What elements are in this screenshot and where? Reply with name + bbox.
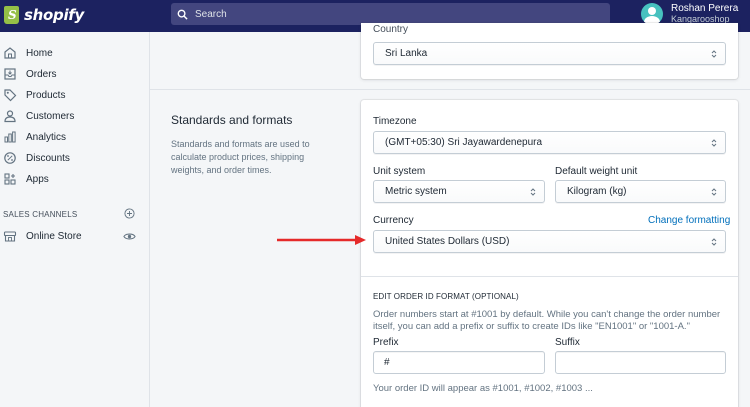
order-id-help: Order numbers start at #1001 by default.… <box>373 309 721 332</box>
order-id-heading: EDIT ORDER ID FORMAT (OPTIONAL) <box>373 292 519 301</box>
sidebar-item-label: Products <box>26 89 66 101</box>
orders-icon <box>4 68 16 80</box>
search-icon <box>177 9 188 20</box>
prefix-input[interactable]: # <box>373 351 545 374</box>
currency-label: Currency <box>373 215 414 226</box>
sidebar-item-label: Analytics <box>26 131 67 143</box>
search-bar[interactable] <box>171 3 610 25</box>
avatar <box>641 3 663 25</box>
country-label: Country <box>373 24 409 35</box>
unit-system-label: Unit system <box>373 166 426 177</box>
select-caret-icon <box>711 139 717 147</box>
sidebar-item-label: Online Store <box>26 230 82 242</box>
prefix-label: Prefix <box>373 337 399 348</box>
card-divider <box>361 276 738 277</box>
order-id-hint: Your order ID will appear as #1001, #100… <box>373 383 593 394</box>
eye-icon[interactable] <box>123 230 136 243</box>
customers-icon <box>4 110 16 123</box>
select-caret-icon <box>530 188 536 196</box>
standards-title: Standards and formats <box>171 113 293 127</box>
shopify-logo[interactable]: shopify <box>4 6 84 24</box>
add-circle-icon[interactable] <box>124 208 135 219</box>
bar-chart-icon <box>4 131 16 143</box>
shopify-bag-icon <box>4 6 19 24</box>
country-select[interactable]: Sri Lanka <box>373 42 726 65</box>
sales-channels-title: SALES CHANNELS <box>3 210 78 219</box>
timezone-select[interactable]: (GMT+05:30) Sri Jayawardenepura <box>373 131 726 154</box>
search-input[interactable] <box>195 8 595 20</box>
weight-unit-select[interactable]: Kilogram (kg) <box>555 180 726 203</box>
user-name: Roshan Perera <box>671 3 739 14</box>
weight-unit-value: Kilogram (kg) <box>567 186 627 197</box>
sidebar: Home Orders Products Customers Analytics… <box>0 32 150 407</box>
sidebar-item-products[interactable]: Products <box>0 86 150 104</box>
timezone-label: Timezone <box>373 116 417 127</box>
user-menu[interactable]: Roshan Perera Kangarooshop <box>641 3 738 25</box>
change-formatting-link[interactable]: Change formatting <box>648 215 730 226</box>
logo-text: shopify <box>24 6 84 24</box>
suffix-label: Suffix <box>555 337 580 348</box>
sidebar-item-apps[interactable]: Apps <box>0 170 150 188</box>
sidebar-item-label: Home <box>26 47 53 59</box>
select-caret-icon <box>711 238 717 246</box>
home-icon <box>4 47 16 59</box>
sidebar-item-orders[interactable]: Orders <box>0 65 150 83</box>
red-arrow-icon <box>277 235 366 245</box>
section-divider <box>150 89 750 90</box>
discount-icon <box>4 152 16 164</box>
sidebar-item-home[interactable]: Home <box>0 44 150 62</box>
weight-unit-label: Default weight unit <box>555 166 638 177</box>
sidebar-item-label: Customers <box>26 110 75 122</box>
store-icon <box>3 231 17 242</box>
timezone-value: (GMT+05:30) Sri Jayawardenepura <box>385 137 543 148</box>
apps-icon <box>4 173 16 185</box>
suffix-input[interactable] <box>555 351 726 374</box>
select-caret-icon <box>711 50 717 58</box>
tag-icon <box>4 89 17 102</box>
sidebar-item-label: Discounts <box>26 152 70 164</box>
sidebar-item-discounts[interactable]: Discounts <box>0 149 150 167</box>
sidebar-item-label: Orders <box>26 68 57 80</box>
sidebar-item-analytics[interactable]: Analytics <box>0 128 150 146</box>
unit-system-select[interactable]: Metric system <box>373 180 545 203</box>
select-caret-icon <box>711 188 717 196</box>
standards-description: Standards and formats are used to calcul… <box>171 139 310 175</box>
unit-system-value: Metric system <box>385 186 447 197</box>
currency-value: United States Dollars (USD) <box>385 236 510 247</box>
sidebar-item-label: Apps <box>26 173 49 185</box>
country-value: Sri Lanka <box>385 48 428 59</box>
sidebar-item-customers[interactable]: Customers <box>0 107 150 125</box>
currency-select[interactable]: United States Dollars (USD) <box>373 230 726 253</box>
